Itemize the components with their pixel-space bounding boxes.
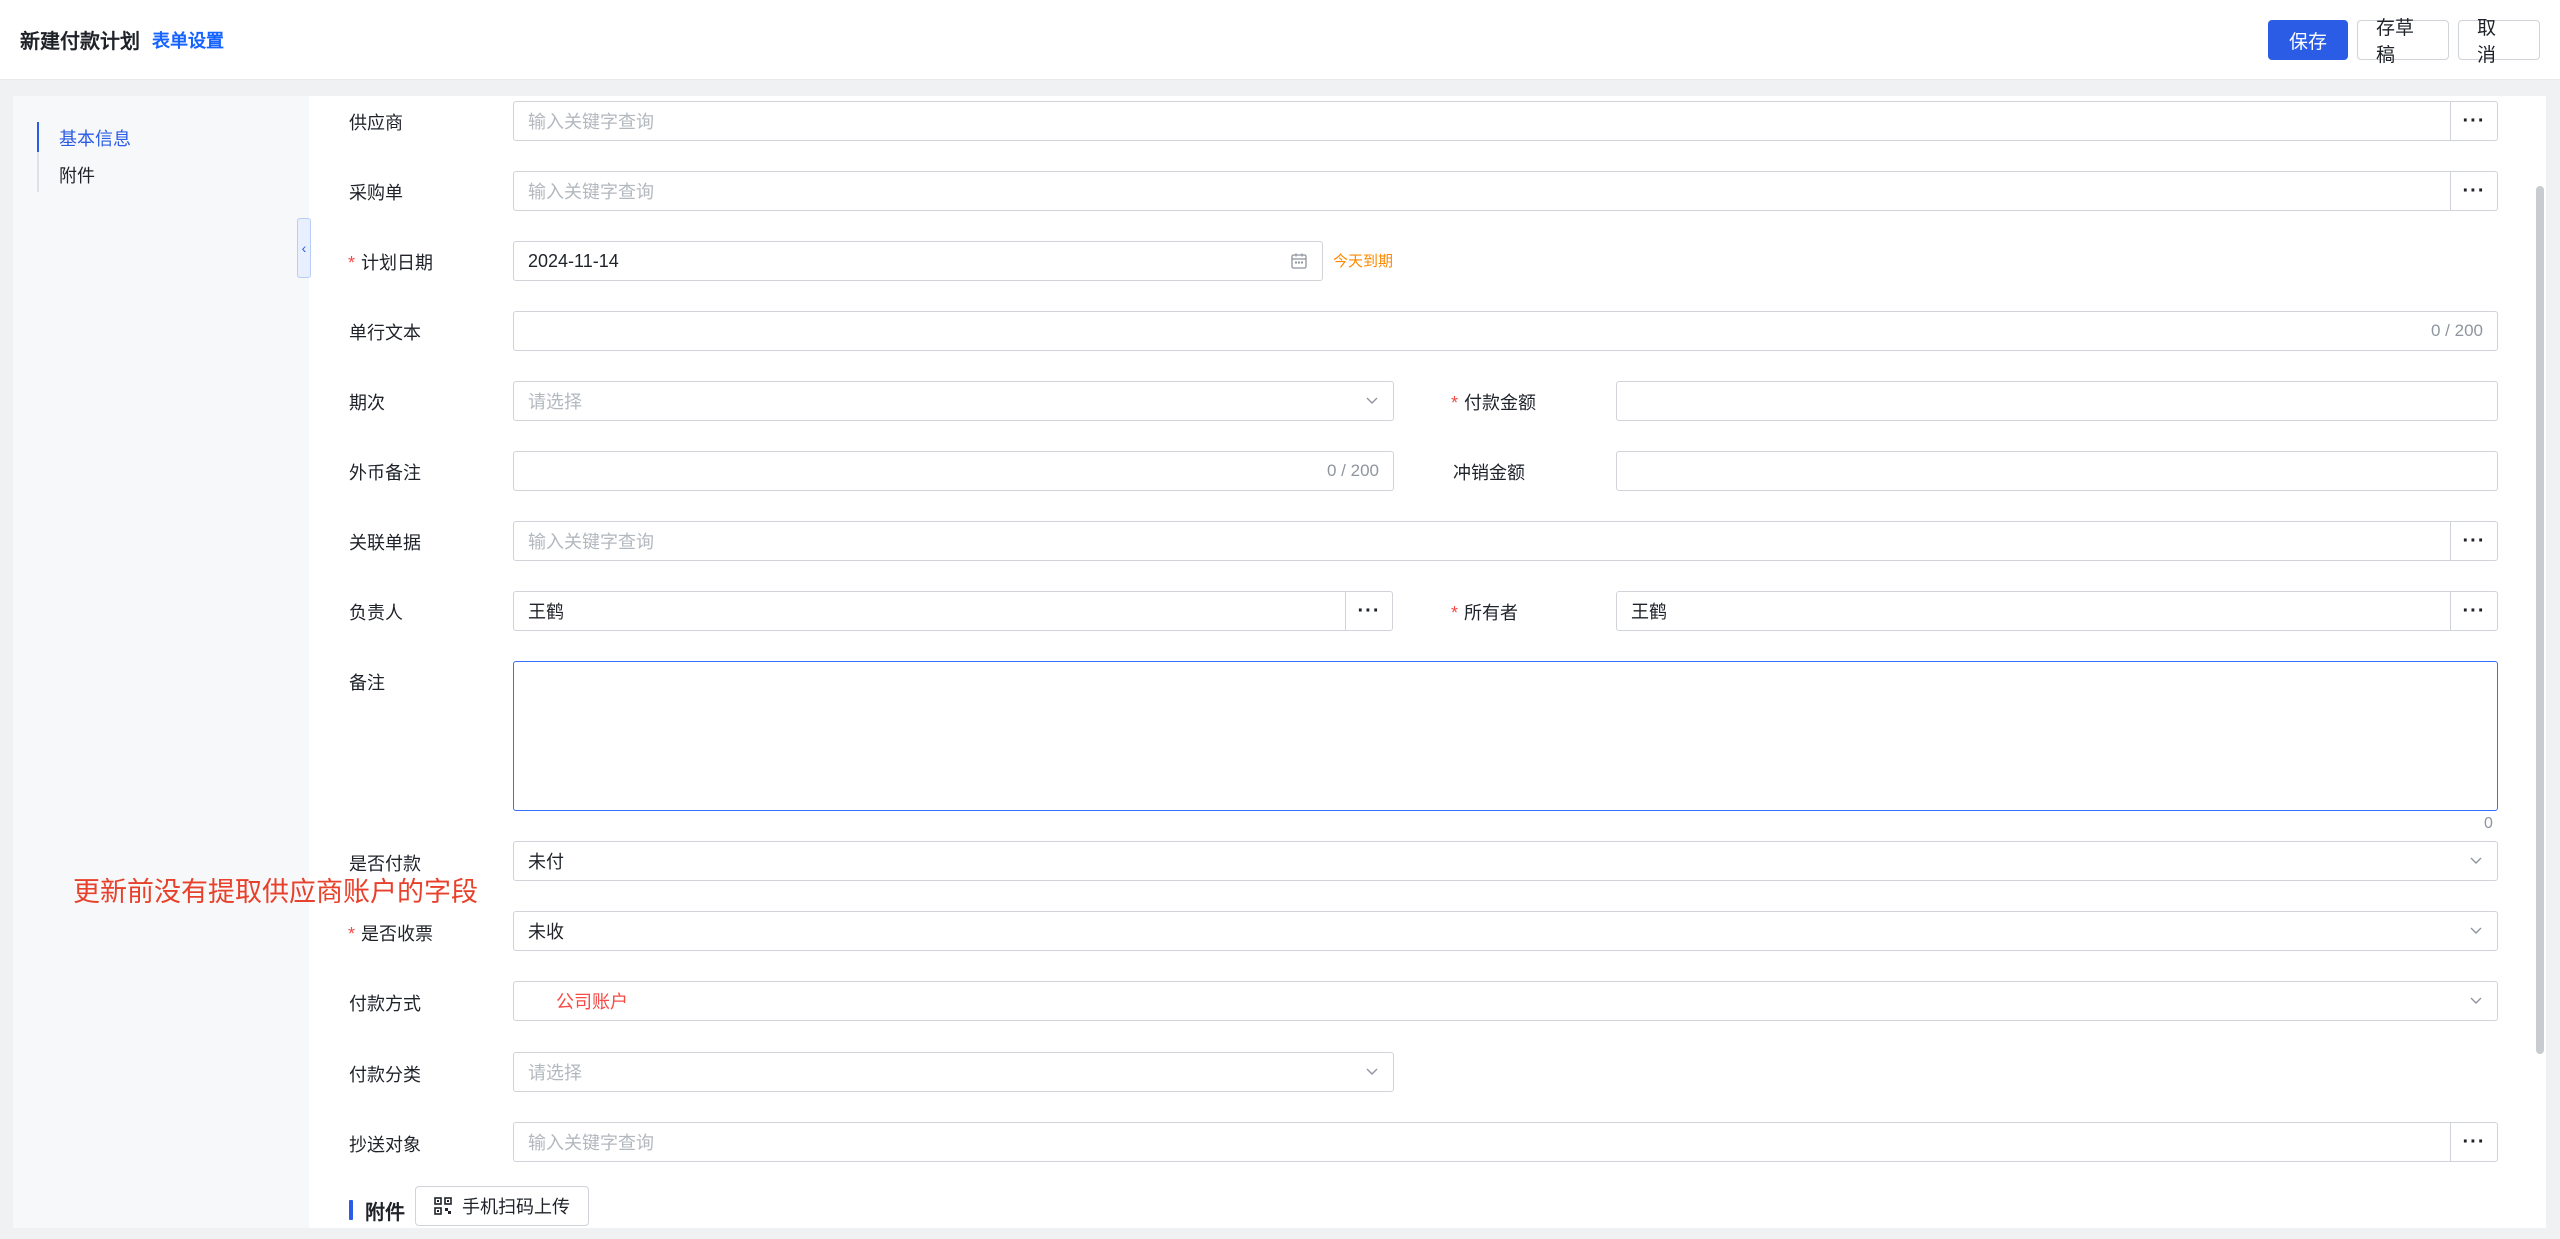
supplier-input[interactable]: 输入关键字查询 ··· bbox=[513, 101, 2498, 141]
supplier-lookup-button[interactable]: ··· bbox=[2450, 102, 2497, 140]
is-paid-select[interactable]: 未付 bbox=[513, 841, 2498, 881]
page-title: 新建付款计划 bbox=[20, 31, 140, 53]
chevron-left-icon: ‹ bbox=[301, 240, 307, 256]
chevron-down-icon bbox=[1366, 1068, 1378, 1075]
owner-person-label: 负责人 bbox=[349, 603, 403, 623]
chevron-down-icon bbox=[1366, 397, 1378, 404]
owner-person-lookup-button[interactable]: ··· bbox=[1345, 592, 1392, 630]
anchor-sidebar: 基本信息 附件 bbox=[13, 96, 309, 1228]
calendar-icon bbox=[1291, 253, 1307, 269]
anchor-item-basic-info[interactable]: 基本信息 bbox=[59, 125, 131, 151]
save-draft-button[interactable]: 存草稿 bbox=[2357, 18, 2449, 66]
related-doc-lookup-button[interactable]: ··· bbox=[2450, 522, 2497, 560]
owner-lookup-button[interactable]: ··· bbox=[2450, 592, 2497, 630]
form-settings-link[interactable]: 表单设置 bbox=[152, 27, 224, 53]
is-invoiced-label-text: 是否收票 bbox=[361, 924, 434, 944]
owner-label-text: 所有者 bbox=[1464, 603, 1519, 623]
header-actions: 保存 存草稿 取消 bbox=[2268, 18, 2540, 66]
single-text-input[interactable]: 0 / 200 bbox=[513, 311, 2498, 351]
chevron-down-icon bbox=[2470, 927, 2482, 934]
owner-label: * 所有者 bbox=[1451, 599, 1519, 625]
collapse-sidebar-button[interactable]: ‹ bbox=[297, 218, 311, 278]
due-today-hint: 今天到期 bbox=[1333, 253, 1394, 270]
related-doc-input[interactable]: 输入关键字查询 ··· bbox=[513, 521, 2498, 561]
more-icon: ··· bbox=[2462, 1130, 2486, 1153]
supplier-placeholder: 输入关键字查询 bbox=[528, 112, 654, 132]
owner-person-input[interactable]: 王鹤 ··· bbox=[513, 591, 1393, 631]
more-icon: ··· bbox=[2462, 599, 2486, 622]
owner-input[interactable]: 王鹤 ··· bbox=[1616, 591, 2498, 631]
cc-input[interactable]: 输入关键字查询 ··· bbox=[513, 1122, 2498, 1162]
period-select[interactable]: 请选择 bbox=[513, 381, 1394, 421]
is-paid-label: 是否付款 bbox=[349, 854, 421, 874]
page-header: 新建付款计划 表单设置 保存 存草稿 取消 bbox=[0, 0, 2560, 80]
pay-amount-label: * 付款金额 bbox=[1451, 389, 1537, 415]
chevron-down-icon bbox=[2470, 997, 2482, 1004]
save-button[interactable]: 保存 bbox=[2268, 20, 2348, 60]
supplier-label: 供应商 bbox=[349, 113, 403, 133]
cc-placeholder: 输入关键字查询 bbox=[528, 1133, 654, 1153]
attachments-section-header: 附件 bbox=[349, 1196, 405, 1224]
fx-note-input[interactable]: 0 / 200 bbox=[513, 451, 1394, 491]
pay-amount-label-text: 付款金额 bbox=[1464, 393, 1537, 413]
scan-upload-label: 手机扫码上传 bbox=[462, 1197, 570, 1217]
required-mark: * bbox=[348, 924, 356, 944]
plan-date-picker[interactable]: 2024-11-14 bbox=[513, 241, 1323, 281]
anchor-active-indicator bbox=[37, 122, 39, 152]
attachments-title: 附件 bbox=[365, 1201, 405, 1224]
chevron-down-icon bbox=[2470, 857, 2482, 864]
remark-counter: 0 bbox=[2484, 815, 2493, 832]
purchase-order-lookup-button[interactable]: ··· bbox=[2450, 172, 2497, 210]
remark-label: 备注 bbox=[349, 673, 385, 693]
period-placeholder: 请选择 bbox=[528, 392, 582, 412]
is-paid-value: 未付 bbox=[528, 852, 564, 872]
owner-value: 王鹤 bbox=[1631, 602, 1667, 622]
cc-lookup-button[interactable]: ··· bbox=[2450, 1123, 2497, 1161]
pay-category-placeholder: 请选择 bbox=[528, 1063, 582, 1083]
remark-textarea[interactable] bbox=[513, 661, 2498, 811]
cancel-button[interactable]: 取消 bbox=[2458, 18, 2540, 66]
more-icon: ··· bbox=[2462, 109, 2486, 132]
more-icon: ··· bbox=[1357, 599, 1381, 622]
plan-date-value: 2024-11-14 bbox=[528, 250, 619, 271]
pay-method-label: 付款方式 bbox=[349, 994, 421, 1014]
section-marker bbox=[349, 1200, 353, 1220]
fx-note-label: 外币备注 bbox=[349, 463, 421, 483]
is-invoiced-value: 未收 bbox=[528, 922, 564, 942]
period-label: 期次 bbox=[349, 393, 385, 413]
pay-method-select[interactable]: 公司账户 bbox=[513, 981, 2498, 1021]
scan-upload-button[interactable]: 手机扫码上传 bbox=[415, 1186, 589, 1226]
required-mark: * bbox=[348, 253, 356, 273]
single-text-label: 单行文本 bbox=[349, 323, 421, 343]
plan-date-label-text: 计划日期 bbox=[361, 253, 434, 273]
cc-label: 抄送对象 bbox=[349, 1135, 421, 1155]
related-doc-label: 关联单据 bbox=[349, 533, 421, 553]
plan-date-label: * 计划日期 bbox=[348, 249, 434, 275]
writeoff-amount-input[interactable] bbox=[1616, 451, 2498, 491]
anchor-rail bbox=[37, 122, 39, 192]
more-icon: ··· bbox=[2462, 529, 2486, 552]
more-icon: ··· bbox=[2462, 179, 2486, 202]
purchase-order-input[interactable]: 输入关键字查询 ··· bbox=[513, 171, 2498, 211]
pay-amount-input[interactable] bbox=[1616, 381, 2498, 421]
qrcode-icon bbox=[434, 1197, 452, 1215]
pay-category-select[interactable]: 请选择 bbox=[513, 1052, 1394, 1092]
pay-method-value: 公司账户 bbox=[556, 992, 628, 1012]
single-text-counter: 0 / 200 bbox=[2431, 321, 2483, 340]
required-mark: * bbox=[1451, 603, 1459, 623]
required-mark: * bbox=[1451, 393, 1459, 413]
pay-category-label: 付款分类 bbox=[349, 1065, 421, 1085]
is-invoiced-label: * 是否收票 bbox=[348, 920, 434, 946]
related-doc-placeholder: 输入关键字查询 bbox=[528, 532, 654, 552]
writeoff-amount-label: 冲销金额 bbox=[1453, 463, 1525, 483]
owner-person-value: 王鹤 bbox=[528, 602, 564, 622]
purchase-order-label: 采购单 bbox=[349, 183, 403, 203]
fx-note-counter: 0 / 200 bbox=[1327, 461, 1379, 480]
is-invoiced-select[interactable]: 未收 bbox=[513, 911, 2498, 951]
scrollbar-thumb[interactable] bbox=[2536, 186, 2544, 1054]
anchor-item-attachments[interactable]: 附件 bbox=[59, 162, 95, 188]
purchase-order-placeholder: 输入关键字查询 bbox=[528, 182, 654, 202]
